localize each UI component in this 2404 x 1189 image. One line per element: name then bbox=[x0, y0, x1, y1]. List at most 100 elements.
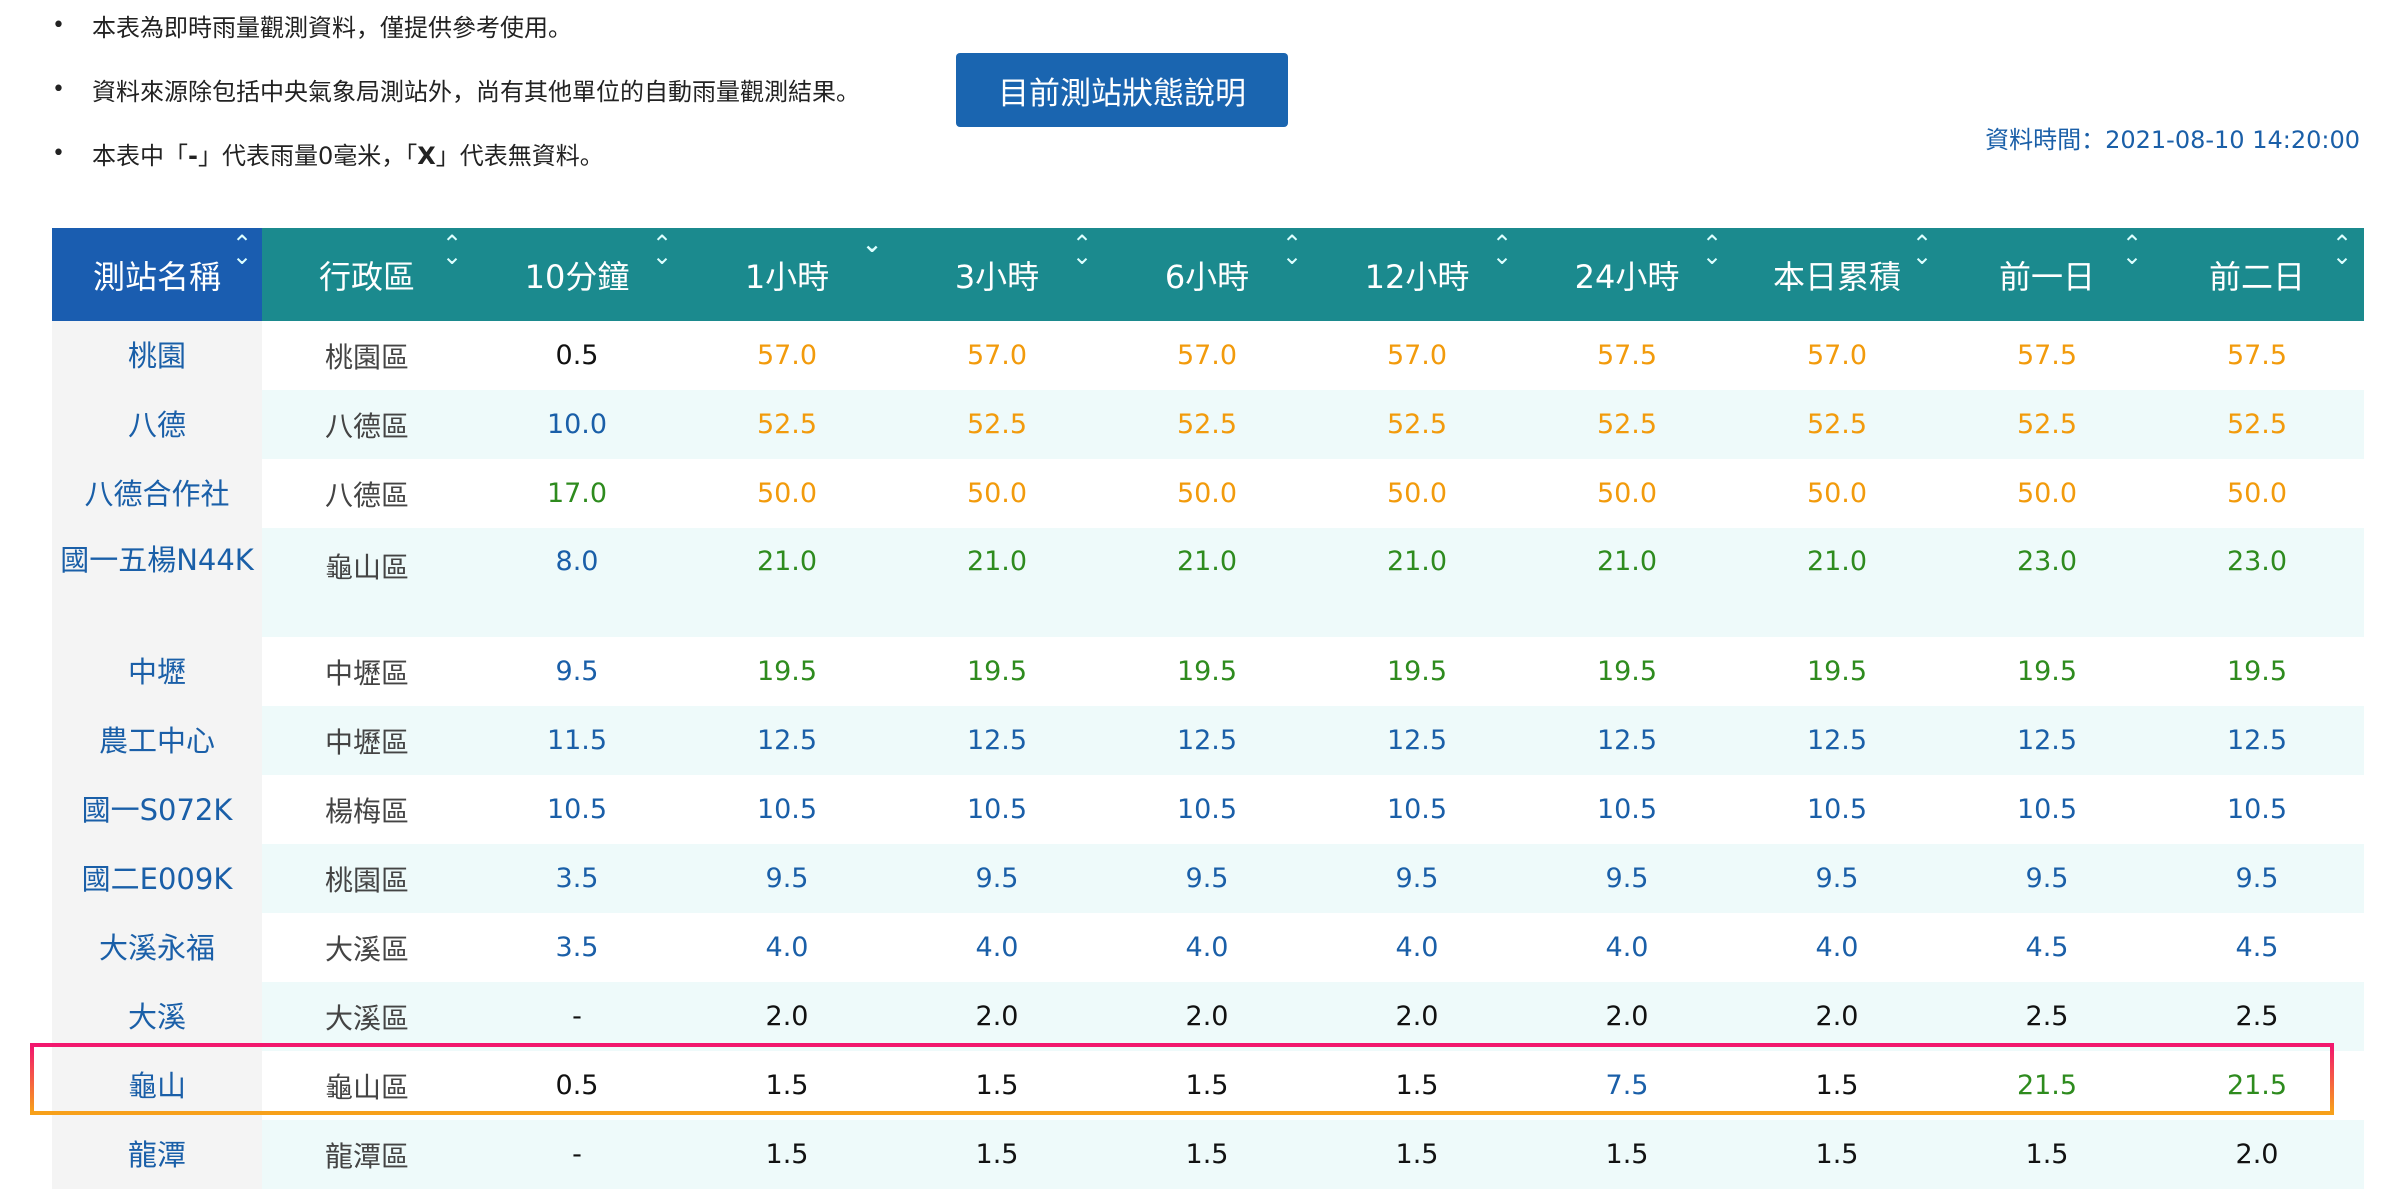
column-header[interactable]: 行政區 ⌃ ⌄ bbox=[262, 228, 472, 321]
station-name-link[interactable]: 八德 bbox=[52, 390, 262, 459]
table-row: 國一五楊N44K 龜山區 8.0 21.0 21.0 21.0 21.0 21.0 21.0 23… bbox=[52, 528, 2364, 637]
rainfall-value-cell: 1.5 bbox=[975, 1139, 1019, 1170]
rainfall-value-cell: 21.5 bbox=[2016, 1070, 2078, 1101]
rainfall-value-cell: 52.5 bbox=[1596, 409, 1658, 440]
rainfall-value-cell: 21.5 bbox=[2226, 1070, 2288, 1101]
district-cell: 八德區 bbox=[324, 409, 409, 443]
note-text: 本表中「-」代表雨量0毫米，「X」代表無資料。 bbox=[92, 142, 604, 170]
rainfall-value-cell: 3.5 bbox=[555, 863, 599, 894]
sort-icon[interactable]: ⌃ ⌄ bbox=[1912, 232, 1932, 268]
rainfall-value-cell: 10.5 bbox=[2016, 794, 2078, 825]
rainfall-value-cell: 12.5 bbox=[2226, 725, 2288, 756]
rainfall-value-cell: 10.5 bbox=[1386, 794, 1448, 825]
rainfall-value-cell: 2.0 bbox=[765, 1001, 809, 1032]
column-header-label: 3小時 bbox=[954, 257, 1040, 296]
station-name-link[interactable]: 龍潭 bbox=[52, 1120, 262, 1189]
column-header[interactable]: 1小時 ⌄ bbox=[682, 228, 892, 321]
rainfall-value-cell: 19.5 bbox=[1806, 656, 1868, 687]
table-row: 國一S072K 楊梅區 10.5 10.5 10.5 10.5 10.5 10.5 10.5 10… bbox=[52, 775, 2364, 844]
rainfall-value-cell: 4.5 bbox=[2025, 932, 2069, 963]
column-header[interactable]: 24小時 ⌃ ⌄ bbox=[1522, 228, 1732, 321]
station-name-link[interactable]: 大溪永福 bbox=[52, 913, 262, 982]
rainfall-value-cell: 50.0 bbox=[1806, 478, 1868, 509]
rainfall-value-cell: 1.5 bbox=[2025, 1139, 2069, 1170]
sort-icon[interactable]: ⌃ ⌄ bbox=[2122, 232, 2142, 268]
column-header-label: 12小時 bbox=[1364, 257, 1470, 296]
rainfall-value-cell: 3.5 bbox=[555, 932, 599, 963]
note-text: 本表為即時雨量觀測資料，僅提供參考使用。 bbox=[92, 14, 572, 42]
table-row: 大溪永福 大溪區 3.5 4.0 4.0 4.0 4.0 4.0 4.0 4.5 4.5 bbox=[52, 913, 2364, 982]
sort-icon[interactable]: ⌃ ⌄ bbox=[1702, 232, 1722, 268]
rainfall-value-cell: 1.5 bbox=[1815, 1070, 1859, 1101]
table-row: 農工中心 中壢區 11.5 12.5 12.5 12.5 12.5 12.5 12.5 12.5 1… bbox=[52, 706, 2364, 775]
rainfall-value-cell: 9.5 bbox=[2025, 863, 2069, 894]
rainfall-value-cell: 57.5 bbox=[2226, 340, 2288, 371]
rainfall-value-cell: 1.5 bbox=[1185, 1139, 1229, 1170]
rainfall-value-cell: 1.5 bbox=[1395, 1139, 1439, 1170]
rainfall-value-cell: 50.0 bbox=[2226, 478, 2288, 509]
column-header[interactable]: 前一日 ⌃ ⌄ bbox=[1942, 228, 2152, 321]
rainfall-value-cell: 2.5 bbox=[2025, 1001, 2069, 1032]
column-header-label: 6小時 bbox=[1164, 257, 1250, 296]
district-cell: 楊梅區 bbox=[324, 794, 409, 828]
table-row: 桃園 桃園區 0.5 57.0 57.0 57.0 57.0 57.5 57.0 57.5 57.5 bbox=[52, 321, 2364, 390]
station-name-link[interactable]: 農工中心 bbox=[52, 706, 262, 775]
station-name-link[interactable]: 桃園 bbox=[52, 321, 262, 390]
column-header[interactable]: 本日累積 ⌃ ⌄ bbox=[1732, 228, 1942, 321]
rainfall-value-cell: 0.5 bbox=[555, 1070, 599, 1101]
rainfall-value-cell: 10.5 bbox=[546, 794, 608, 825]
column-header[interactable]: 12小時 ⌃ ⌄ bbox=[1312, 228, 1522, 321]
rainfall-value-cell: 10.5 bbox=[1176, 794, 1238, 825]
rainfall-value-cell: 52.5 bbox=[2016, 409, 2078, 440]
rainfall-value-cell: 19.5 bbox=[1386, 656, 1448, 687]
rainfall-value-cell: 21.0 bbox=[1806, 546, 1868, 577]
station-name-link[interactable]: 八德合作社 bbox=[52, 459, 262, 528]
rainfall-value-cell: 9.5 bbox=[1815, 863, 1859, 894]
column-header[interactable]: 前二日 ⌃ ⌄ bbox=[2152, 228, 2362, 321]
station-name-link[interactable]: 國一五楊N44K bbox=[52, 528, 262, 637]
table-row: 中壢 中壢區 9.5 19.5 19.5 19.5 19.5 19.5 19.5 19.5 19.5 bbox=[52, 637, 2364, 706]
rainfall-value-cell: 12.5 bbox=[2016, 725, 2078, 756]
sort-icon[interactable]: ⌃ ⌄ bbox=[2332, 232, 2352, 268]
column-header[interactable]: 測站名稱 ⌃ ⌄ bbox=[52, 228, 262, 321]
rainfall-value-cell: 9.5 bbox=[1395, 863, 1439, 894]
district-cell: 大溪區 bbox=[324, 932, 409, 966]
sort-icon[interactable]: ⌃ ⌄ bbox=[1072, 232, 1092, 268]
sort-icon[interactable]: ⌃ ⌄ bbox=[1492, 232, 1512, 268]
column-header[interactable]: 10分鐘 ⌃ ⌄ bbox=[472, 228, 682, 321]
sort-icon[interactable]: ⌃ ⌄ bbox=[652, 232, 672, 268]
table-row: 大溪 大溪區 - 2.0 2.0 2.0 2.0 2.0 2.0 2.5 2.5 bbox=[52, 982, 2364, 1051]
station-name-link[interactable]: 中壢 bbox=[52, 637, 262, 706]
column-header-label: 行政區 bbox=[318, 257, 415, 296]
rainfall-value-cell: 52.5 bbox=[2226, 409, 2288, 440]
column-header[interactable]: 6小時 ⌃ ⌄ bbox=[1102, 228, 1312, 321]
rainfall-value-cell: 10.5 bbox=[1806, 794, 1868, 825]
table-header: 測站名稱 ⌃ ⌄ 行政區 ⌃ ⌄ 10分鐘 ⌃ ⌄ 1小時 ⌄ 3小時 ⌃ ⌄ 6小時 ⌃ ⌄ 12小時 ⌃ ⌄ 24小… bbox=[52, 228, 2364, 321]
rainfall-value-cell: 50.0 bbox=[1176, 478, 1238, 509]
sort-desc-icon[interactable]: ⌄ bbox=[862, 232, 882, 256]
station-status-button[interactable]: 目前測站狀態說明 bbox=[956, 53, 1288, 127]
rainfall-value-cell: 2.0 bbox=[2235, 1139, 2279, 1170]
rainfall-value-cell: 12.5 bbox=[1386, 725, 1448, 756]
rainfall-value-cell: 57.0 bbox=[1176, 340, 1238, 371]
station-name-link[interactable]: 國二E009K bbox=[52, 844, 262, 913]
rainfall-value-cell: 12.5 bbox=[756, 725, 818, 756]
station-name-link[interactable]: 國一S072K bbox=[52, 775, 262, 844]
table-row: 國二E009K 桃園區 3.5 9.5 9.5 9.5 9.5 9.5 9.5 9.5 9.5 bbox=[52, 844, 2364, 913]
rainfall-value-cell: 52.5 bbox=[1176, 409, 1238, 440]
rainfall-value-cell: 9.5 bbox=[555, 656, 599, 687]
sort-icon[interactable]: ⌃ ⌄ bbox=[442, 232, 462, 268]
sort-icon[interactable]: ⌃ ⌄ bbox=[232, 232, 252, 268]
station-name-link[interactable]: 大溪 bbox=[52, 982, 262, 1051]
rainfall-value-cell: 50.0 bbox=[1386, 478, 1448, 509]
rainfall-value-cell: 50.0 bbox=[756, 478, 818, 509]
rainfall-value-cell: 19.5 bbox=[756, 656, 818, 687]
station-name-link[interactable]: 龜山 bbox=[52, 1051, 262, 1120]
rainfall-value-cell: 1.5 bbox=[1605, 1139, 1649, 1170]
sort-icon[interactable]: ⌃ ⌄ bbox=[1282, 232, 1302, 268]
rainfall-value-cell: 1.5 bbox=[765, 1139, 809, 1170]
rainfall-value-cell: 1.5 bbox=[1185, 1070, 1229, 1101]
rainfall-value-cell: 10.5 bbox=[2226, 794, 2288, 825]
column-header[interactable]: 3小時 ⌃ ⌄ bbox=[892, 228, 1102, 321]
rainfall-value-cell: 11.5 bbox=[546, 725, 608, 756]
